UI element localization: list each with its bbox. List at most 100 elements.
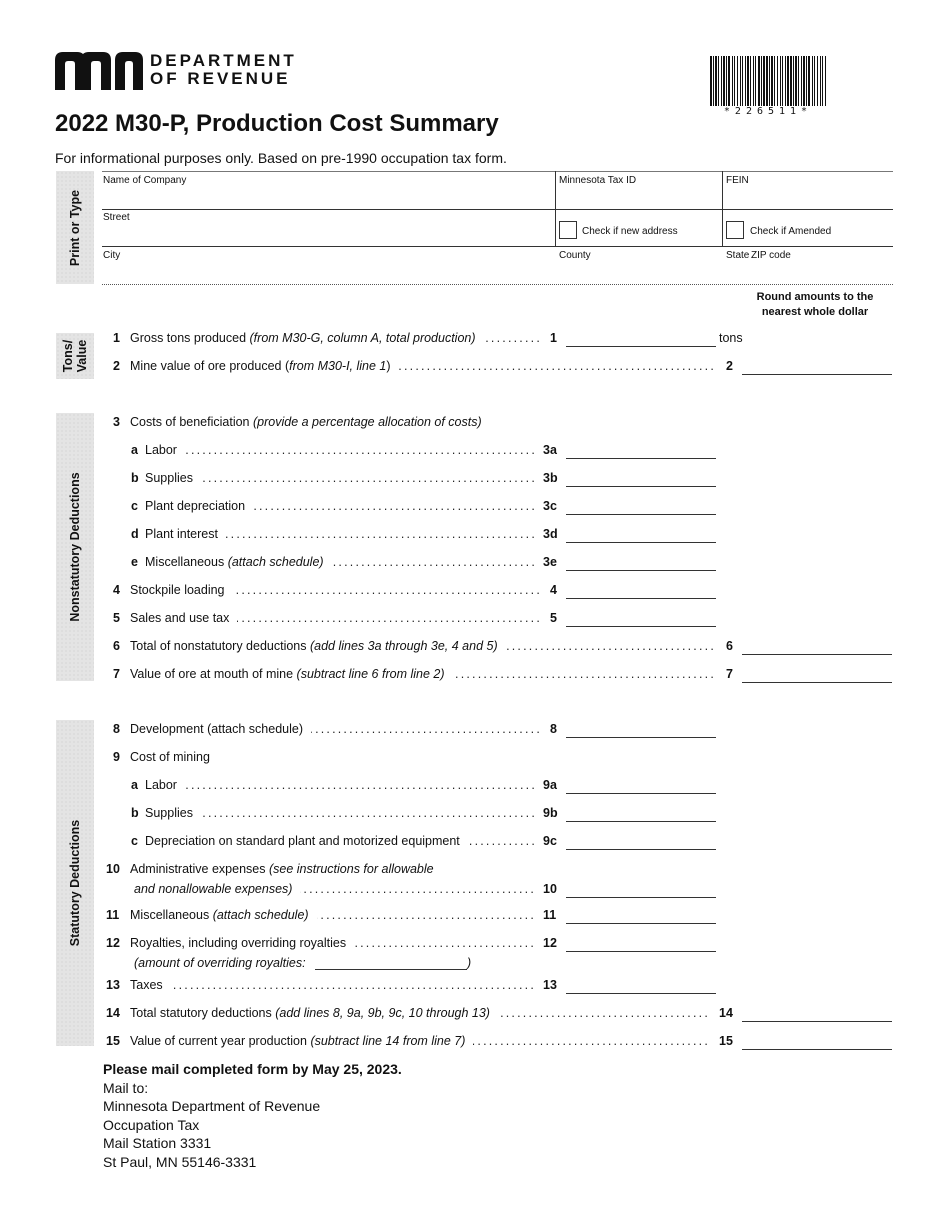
amount-field[interactable] [566,527,716,543]
line-label-text: Value of ore at mouth of mine [130,667,297,681]
amount-field[interactable] [742,359,892,375]
barcode-bar [737,56,738,106]
barcode-bar [808,56,810,106]
amount-field[interactable] [742,1034,892,1050]
line-number: a [131,778,138,792]
amount-field[interactable] [566,806,716,822]
zip-label: ZIP code [751,250,791,261]
line-label: Total of nonstatutory deductions (add li… [130,639,498,653]
line-label-text: Labor [145,443,177,457]
barcode-bar [713,56,714,106]
line-label-text: Supplies [145,471,193,485]
leader-dots: ........................................… [332,555,537,569]
line-label: Development (attach schedule) [130,722,303,736]
fein-field[interactable] [724,188,892,208]
leader-dots: ........................................… [354,936,536,950]
leader-dots: ........................................… [185,443,537,457]
barcode-bar [721,56,722,106]
mailing-instructions: Please mail completed form by May 25, 20… [103,1060,402,1172]
line-reference: 11 [543,908,557,922]
barcode-bar [715,56,717,106]
amount-field[interactable] [566,555,716,571]
amount-field[interactable] [566,471,716,487]
form-title: 2022 M30-P, Production Cost Summary [55,110,499,137]
overriding-royalties-field[interactable] [315,956,467,970]
line-label: Miscellaneous (attach schedule) [130,908,309,922]
line-reference: 12 [543,936,557,950]
amended-checkbox[interactable] [726,221,744,239]
county-label: County [559,250,591,261]
form-subtitle: For informational purposes only. Based o… [55,150,507,166]
department-line1: DEPARTMENT [150,51,297,70]
barcode-bar [798,56,799,106]
line-label: Supplies [145,471,193,485]
state-label: State [726,250,750,261]
line-label-text: Miscellaneous [130,908,213,922]
amount-field[interactable] [566,499,716,515]
line-label-text: Plant depreciation [145,499,246,513]
amount-field[interactable] [742,667,892,683]
line-label: Labor [145,443,177,457]
line-label-note: (subtract line 6 from line 2) [296,667,445,681]
line-number: 8 [113,722,120,736]
barcode-bar [753,56,754,106]
line-number: b [131,471,139,485]
county-field[interactable] [557,262,719,282]
line-reference: 14 [719,1006,733,1020]
amount-field[interactable] [566,882,716,898]
amount-field[interactable] [566,936,716,952]
state-field[interactable] [724,262,754,282]
line-reference: 6 [726,639,733,653]
city-field[interactable] [102,262,552,282]
line-label-text: Costs of beneficiation [130,415,253,429]
zip-field[interactable] [756,262,892,282]
amount-field[interactable] [742,1006,892,1022]
line-label-note: (add lines 8, 9a, 9b, 9c, 10 through 13) [275,1006,490,1020]
line-label-note: (attach schedule) [227,555,324,569]
line-label-text: Gross tons produced [130,331,250,345]
amount-field[interactable] [566,331,716,347]
line-label-text: Administrative expenses [130,862,269,876]
amount-field[interactable] [566,778,716,794]
tax-id-field[interactable] [557,188,719,208]
street-field[interactable] [102,224,552,244]
line-number: e [131,555,138,569]
amount-field[interactable] [742,639,892,655]
line-reference: 4 [550,583,557,597]
company-name-field[interactable] [102,188,552,208]
line-label: Labor [145,778,177,792]
barcode-bar [747,56,749,106]
line-reference: 3e [543,555,557,569]
line-label-text: Plant interest [145,527,218,541]
barcode-bar [766,56,768,106]
amount-field[interactable] [566,583,716,599]
amount-field[interactable] [566,834,716,850]
line-number: 13 [106,978,120,992]
line-label-text: Total statutory deductions [130,1006,276,1020]
amount-field[interactable] [566,908,716,924]
new-address-checkbox[interactable] [559,221,577,239]
line-number: 5 [113,611,120,625]
section-tons-value: Tons/ Value [56,333,94,379]
line-label-note: (see instructions for allowable [268,862,434,876]
amount-field[interactable] [566,611,716,627]
barcode-bar [782,56,783,106]
barcode-bar [769,56,770,106]
street-label: Street [103,212,130,223]
barcode-icon [710,56,826,106]
line-label-note: (subtract line 14 from line 7) [310,1034,466,1048]
line-note-text: and nonallowable expenses) [134,882,293,896]
barcode-bar [726,56,727,106]
line-label: Plant interest [145,527,218,541]
amount-field[interactable] [566,978,716,994]
line-label: Royalties, including overriding royaltie… [130,936,346,950]
line-reference: 2 [726,359,733,373]
amount-field[interactable] [566,722,716,738]
amount-field[interactable] [566,443,716,459]
line-label-text: Miscellaneous [145,555,228,569]
company-name-label: Name of Company [103,175,187,186]
barcode-bar [710,56,712,106]
barcode-bar [732,56,733,106]
leader-dots: ........................................… [233,583,542,597]
barcode-number: *226511* [723,106,813,117]
